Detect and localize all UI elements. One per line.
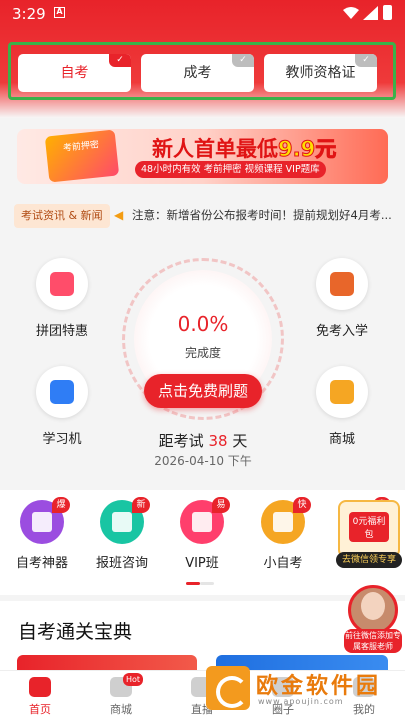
promo-banner[interactable]: 考前押密 新人首单最低9.9元 48小时内有效 考前押密 视频课程 VIP题库 (17, 129, 388, 184)
status-time: 3:29 (12, 5, 46, 23)
advisor-caption: 前往微信添加专属客服老师 (344, 629, 402, 653)
quick-item-small-zikao[interactable]: 快 小自考 (247, 497, 319, 571)
home-icon (29, 677, 51, 697)
news-ticker[interactable]: 考试资讯 & 新闻 ◀ 注意：新增省份公布报考时间！提前规划好4月考... (0, 200, 405, 232)
quick-item-vip[interactable]: 易 VIP班 (166, 497, 238, 571)
exam-tab-label: 自考 (60, 65, 89, 81)
gift-caption: 去微信领专享 (336, 552, 402, 568)
badge: 新 (132, 497, 150, 513)
progress-percent: 0.0% (177, 312, 229, 336)
hot-badge: Hot (123, 673, 144, 686)
countdown-days: 38 (208, 432, 228, 450)
group-deal-entry[interactable]: 拼团特惠 (22, 258, 102, 339)
quick-item-consult[interactable]: 新 报班咨询 (86, 497, 158, 571)
shopping-bag-icon (316, 366, 368, 418)
notification-icon: A (54, 7, 65, 18)
mall-entry[interactable]: 商城 (302, 366, 382, 447)
exam-date: 2026-04-10 下午 (154, 454, 252, 468)
watermark-url: www.apoujin.com (258, 697, 344, 706)
badge: 爆 (52, 497, 70, 513)
banner-title: 新人首单最低9.9元 (152, 137, 337, 162)
quick-item-zikao-tool[interactable]: 爆 自考神器 (6, 497, 78, 571)
battery-icon (383, 5, 392, 20)
exam-tab-teacher-cert[interactable]: 教师资格证 ✓ (264, 54, 377, 92)
exam-free-entry[interactable]: 免考入学 (302, 258, 382, 339)
page-indicator (186, 582, 214, 601)
guide-title: 自考通关宝典 (18, 621, 133, 643)
badge: 快 (293, 497, 311, 513)
signal-icon (363, 6, 378, 20)
megaphone-icon: ◀ (114, 208, 124, 222)
wifi-icon (343, 7, 359, 19)
exam-tab-chengkao[interactable]: 成考 ✓ (141, 54, 254, 92)
mall-label: 商城 (328, 432, 355, 447)
watermark-logo-icon (206, 666, 250, 710)
group-deal-label: 拼团特惠 (35, 324, 88, 339)
progress-label: 完成度 (184, 346, 221, 360)
free-practice-button[interactable]: 点击免费刷题 (144, 374, 262, 408)
gift-card: 0元福利包 (338, 500, 400, 558)
tab-mall[interactable]: Hot 商城 (91, 673, 151, 717)
advisor-avatar (348, 585, 398, 635)
wechat-gift-float[interactable]: 0元福利包 去微信领专享 (336, 500, 402, 568)
watermark-name: 欧金软件园 (256, 674, 382, 699)
exam-tab-zikao[interactable]: 自考 ✓ (18, 54, 131, 92)
exam-type-selector: 自考 ✓ 成考 ✓ 教师资格证 ✓ (8, 42, 396, 100)
exam-tab-label: 成考 (183, 65, 212, 81)
exam-free-label: 免考入学 (315, 324, 368, 339)
bank-icon (316, 258, 368, 310)
exam-tab-label: 教师资格证 (285, 65, 356, 81)
news-text: 注意：新增省份公布报考时间！提前规划好4月考... (132, 208, 392, 222)
badge: 易 (212, 497, 230, 513)
exam-countdown: 距考试 38 天 (158, 432, 248, 450)
check-icon: ✓ (109, 54, 131, 67)
banner-subtitle: 48小时内有效 考前押密 视频课程 VIP题库 (135, 161, 326, 178)
news-tag: 考试资讯 & 新闻 (14, 204, 110, 228)
advisor-float[interactable]: 前往微信添加专属客服老师 (344, 585, 402, 653)
home-icon (36, 366, 88, 418)
check-icon: ✓ (232, 54, 254, 67)
status-bar: 3:29 A (0, 0, 405, 28)
book-illustration: 考前押密 (44, 129, 120, 183)
shopping-bag-icon (36, 258, 88, 310)
site-watermark: 欧金软件园 www.apoujin.com (206, 664, 402, 719)
learning-device-label: 学习机 (42, 432, 82, 447)
check-icon: ✓ (355, 54, 377, 67)
tab-home[interactable]: 首页 (10, 677, 70, 717)
learning-device-entry[interactable]: 学习机 (22, 366, 102, 447)
